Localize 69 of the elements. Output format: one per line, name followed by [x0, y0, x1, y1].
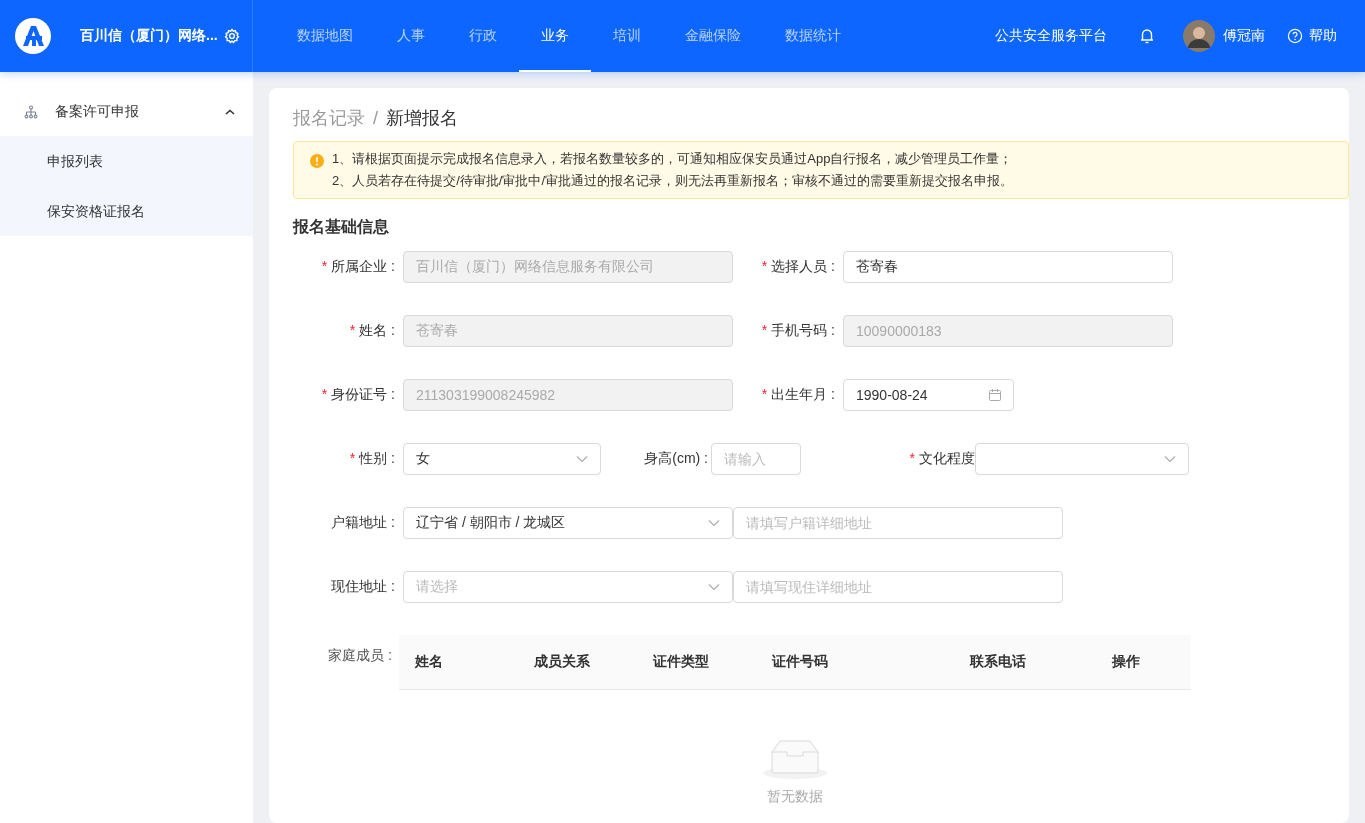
- calendar-icon: [989, 389, 1001, 401]
- bell-icon[interactable]: [1139, 27, 1155, 45]
- field-label: 所属企业 :: [331, 258, 395, 274]
- input-field[interactable]: 请输入: [711, 443, 801, 475]
- settings-icon[interactable]: [223, 28, 240, 44]
- nav-tab[interactable]: 业务: [519, 0, 591, 72]
- empty-text: 暂无数据: [767, 788, 823, 806]
- required-mark: *: [349, 322, 356, 338]
- breadcrumb-current: 新增报名: [386, 107, 458, 130]
- warning-icon: [310, 154, 324, 168]
- field-label: 选择人员 :: [771, 258, 835, 274]
- nav-tab[interactable]: 人事: [375, 0, 447, 72]
- column-header: 成员关系: [533, 653, 591, 671]
- breadcrumb-link[interactable]: 报名记录: [293, 106, 365, 130]
- field-label: 家庭成员 :: [327, 646, 392, 665]
- field-label: 文化程度: [919, 450, 975, 466]
- input-field[interactable]: 苍寄春: [843, 251, 1173, 283]
- nav-tab[interactable]: 培训: [591, 0, 663, 72]
- field-label: 身高(cm) :: [644, 450, 708, 466]
- field-label: 现住地址 :: [331, 578, 395, 594]
- column-header: 姓名: [414, 653, 444, 671]
- nav-tab[interactable]: 数据地图: [275, 0, 375, 72]
- chevron-icon: [1164, 455, 1176, 463]
- select-field[interactable]: [975, 443, 1189, 475]
- section-title: 报名基础信息: [293, 217, 390, 237]
- nav-tab[interactable]: 数据统计: [763, 0, 863, 72]
- nav-tab[interactable]: 行政: [447, 0, 519, 72]
- column-header: 证件类型: [652, 653, 710, 671]
- nav-tab[interactable]: 金融保险: [663, 0, 763, 72]
- required-mark: *: [909, 450, 915, 466]
- field-label: 姓名 :: [359, 322, 395, 338]
- required-mark: *: [761, 258, 768, 274]
- logo-icon: [15, 18, 51, 54]
- select-field[interactable]: 请选择: [403, 571, 733, 603]
- chevron-icon: [708, 519, 720, 527]
- column-header: 证件号码: [771, 653, 829, 671]
- menu-group[interactable]: 备案许可申报: [0, 88, 253, 136]
- notice-text: 2、人员若存在待提交/待审批/审批中/审批通过的报名记录，则无法再重新报名；审核不通过的需要重新提交报名申报。: [332, 172, 1014, 190]
- menu-item[interactable]: 申报列表: [0, 136, 253, 186]
- field-label: 身份证号 :: [331, 386, 395, 402]
- select-field[interactable]: 女: [403, 443, 601, 475]
- hierarchy-icon: [24, 105, 38, 119]
- breadcrumb-separator: /: [373, 107, 378, 129]
- notice-text: 1、请根据页面提示完成报名信息录入，若报名数量较多的，可通知相应保安员通过App自行报名，减少管理员工作量；: [332, 150, 1014, 168]
- brand-title: 百川信（厦门）网络...: [80, 27, 218, 45]
- menu-item[interactable]: 保安资格证报名: [0, 186, 253, 236]
- help-icon: [1287, 28, 1303, 44]
- help-link[interactable]: 帮助: [1287, 27, 1337, 45]
- platform-link[interactable]: 公共安全服务平台: [995, 27, 1107, 45]
- input-field[interactable]: 请填写户籍详细地址: [733, 507, 1063, 539]
- field-label: 手机号码 :: [771, 322, 835, 338]
- chevron-icon: [576, 455, 588, 463]
- field-label: 户籍地址 :: [331, 514, 395, 530]
- chevron-icon: [708, 583, 720, 591]
- required-mark: *: [349, 450, 356, 466]
- column-header: 操作: [1112, 653, 1141, 671]
- date-picker[interactable]: 1990-08-24: [843, 379, 1014, 411]
- required-mark: *: [321, 258, 328, 274]
- required-mark: *: [321, 386, 328, 402]
- select-field[interactable]: 辽宁省 / 朝阳市 / 龙城区: [403, 507, 733, 539]
- avatar[interactable]: [1183, 20, 1215, 52]
- field-label: 出生年月 :: [771, 386, 835, 402]
- field-label: 性别 :: [359, 450, 395, 466]
- column-header: 联系电话: [968, 653, 1027, 671]
- user-name[interactable]: 傅冠南: [1223, 27, 1265, 45]
- input-field[interactable]: 请填写现住详细地址: [733, 571, 1063, 603]
- required-mark: *: [761, 322, 768, 338]
- required-mark: *: [761, 386, 768, 402]
- empty-inbox-icon: [763, 738, 827, 780]
